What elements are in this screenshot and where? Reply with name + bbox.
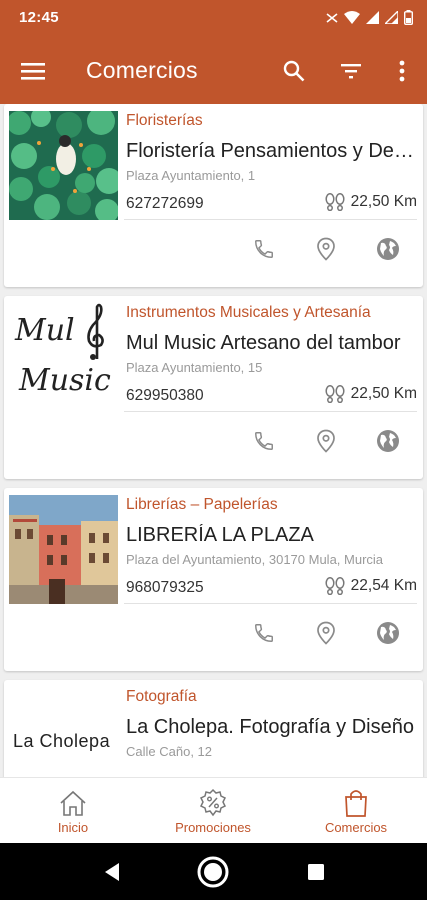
nav-label: Comercios xyxy=(324,820,388,835)
nav-item-inicio[interactable]: Inicio xyxy=(38,778,108,844)
battery-icon xyxy=(404,10,413,25)
globe-icon[interactable] xyxy=(373,234,403,264)
treble-clef-icon xyxy=(87,303,104,360)
distance-value: 22,54 Km xyxy=(350,577,417,594)
signal-icon xyxy=(366,11,379,24)
status-bar: 12:45 xyxy=(0,0,427,38)
business-address: Plaza Ayuntamiento, 15 xyxy=(126,360,263,375)
business-distance: 22,50 Km xyxy=(324,193,417,211)
business-distance: 22,50 Km xyxy=(324,385,417,403)
signal-2-icon xyxy=(385,11,398,24)
business-phone: 627272699 xyxy=(126,195,204,212)
wifi-icon xyxy=(344,11,360,24)
location-pin-icon[interactable] xyxy=(311,234,341,264)
business-card[interactable]: Floristerías Floristería Pensamientos y … xyxy=(4,104,423,287)
business-address: Plaza Ayuntamiento, 1 xyxy=(126,168,256,183)
divider xyxy=(124,603,417,604)
home-icon xyxy=(58,788,88,818)
business-category: Instrumentos Musicales y Artesanía xyxy=(126,304,371,321)
page-title: Comercios xyxy=(86,57,198,83)
business-distance: 22,54 Km xyxy=(324,577,417,595)
phone-icon[interactable] xyxy=(249,618,279,648)
business-phone: 629950380 xyxy=(126,387,204,404)
business-card[interactable]: Librerías – Papelerías LIBRERÍA LA PLAZA… xyxy=(4,488,423,671)
system-navigation-bar xyxy=(0,843,427,900)
logo-text-2: Music xyxy=(19,363,111,398)
business-logo: Mul Music xyxy=(9,303,118,412)
menu-icon[interactable] xyxy=(20,58,46,84)
business-name: La Cholepa. Fotografía y Diseño xyxy=(126,716,414,738)
status-icons xyxy=(326,10,413,25)
bottom-navigation: Inicio Promociones Comercios xyxy=(0,777,427,843)
nav-label: Inicio xyxy=(57,820,89,835)
shopping-bag-icon xyxy=(343,788,369,818)
business-list[interactable]: Floristerías Floristería Pensamientos y … xyxy=(0,104,427,777)
distance-value: 22,50 Km xyxy=(350,193,417,210)
logo-text: La Cholepa xyxy=(13,731,111,751)
nav-label: Promociones xyxy=(175,820,251,835)
nav-item-promociones[interactable]: Promociones xyxy=(163,778,263,844)
logo-text: Mul xyxy=(15,313,75,348)
more-vert-icon[interactable] xyxy=(387,56,417,86)
location-pin-icon[interactable] xyxy=(311,618,341,648)
app-bar: Comercios xyxy=(0,38,427,104)
footsteps-icon xyxy=(325,385,345,403)
globe-icon[interactable] xyxy=(373,618,403,648)
status-time: 12:45 xyxy=(19,9,59,26)
distance-value: 22,50 Km xyxy=(350,385,417,402)
business-category: Floristerías xyxy=(126,112,203,129)
business-image xyxy=(9,111,118,220)
business-category: Fotografía xyxy=(126,688,197,705)
business-image xyxy=(9,495,118,604)
business-phone: 968079325 xyxy=(126,579,204,596)
business-name: Floristería Pensamientos y Detalles xyxy=(126,140,416,162)
phone-icon[interactable] xyxy=(249,234,279,264)
divider xyxy=(124,219,417,220)
business-address: Calle Caño, 12 xyxy=(126,744,212,759)
back-icon[interactable] xyxy=(95,855,129,889)
promotion-badge-icon xyxy=(198,788,228,818)
globe-icon[interactable] xyxy=(373,426,403,456)
footsteps-icon xyxy=(325,193,345,211)
divider xyxy=(124,411,417,412)
home-button-icon[interactable] xyxy=(196,855,230,889)
location-pin-icon[interactable] xyxy=(311,426,341,456)
business-category: Librerías – Papelerías xyxy=(126,496,278,513)
business-logo: La Cholepa xyxy=(9,687,118,777)
filter-icon[interactable] xyxy=(336,56,366,86)
search-icon[interactable] xyxy=(279,56,309,86)
business-name: Mul Music Artesano del tambor xyxy=(126,332,401,354)
phone-icon[interactable] xyxy=(249,426,279,456)
business-card[interactable]: La Cholepa Fotografía La Cholepa. Fotogr… xyxy=(4,680,423,777)
business-address: Plaza del Ayuntamiento, 30170 Mula, Murc… xyxy=(126,552,384,567)
nav-item-comercios[interactable]: Comercios xyxy=(311,778,401,844)
business-name: LIBRERÍA LA PLAZA xyxy=(126,524,314,546)
footsteps-icon xyxy=(325,577,345,595)
recents-icon[interactable] xyxy=(299,855,333,889)
business-card[interactable]: Mul Music Instrumentos Musicales y Artes… xyxy=(4,296,423,479)
app-screen: 12:45 Comercios Floristerías Floristería… xyxy=(0,0,427,900)
alarm-icon xyxy=(326,12,338,23)
